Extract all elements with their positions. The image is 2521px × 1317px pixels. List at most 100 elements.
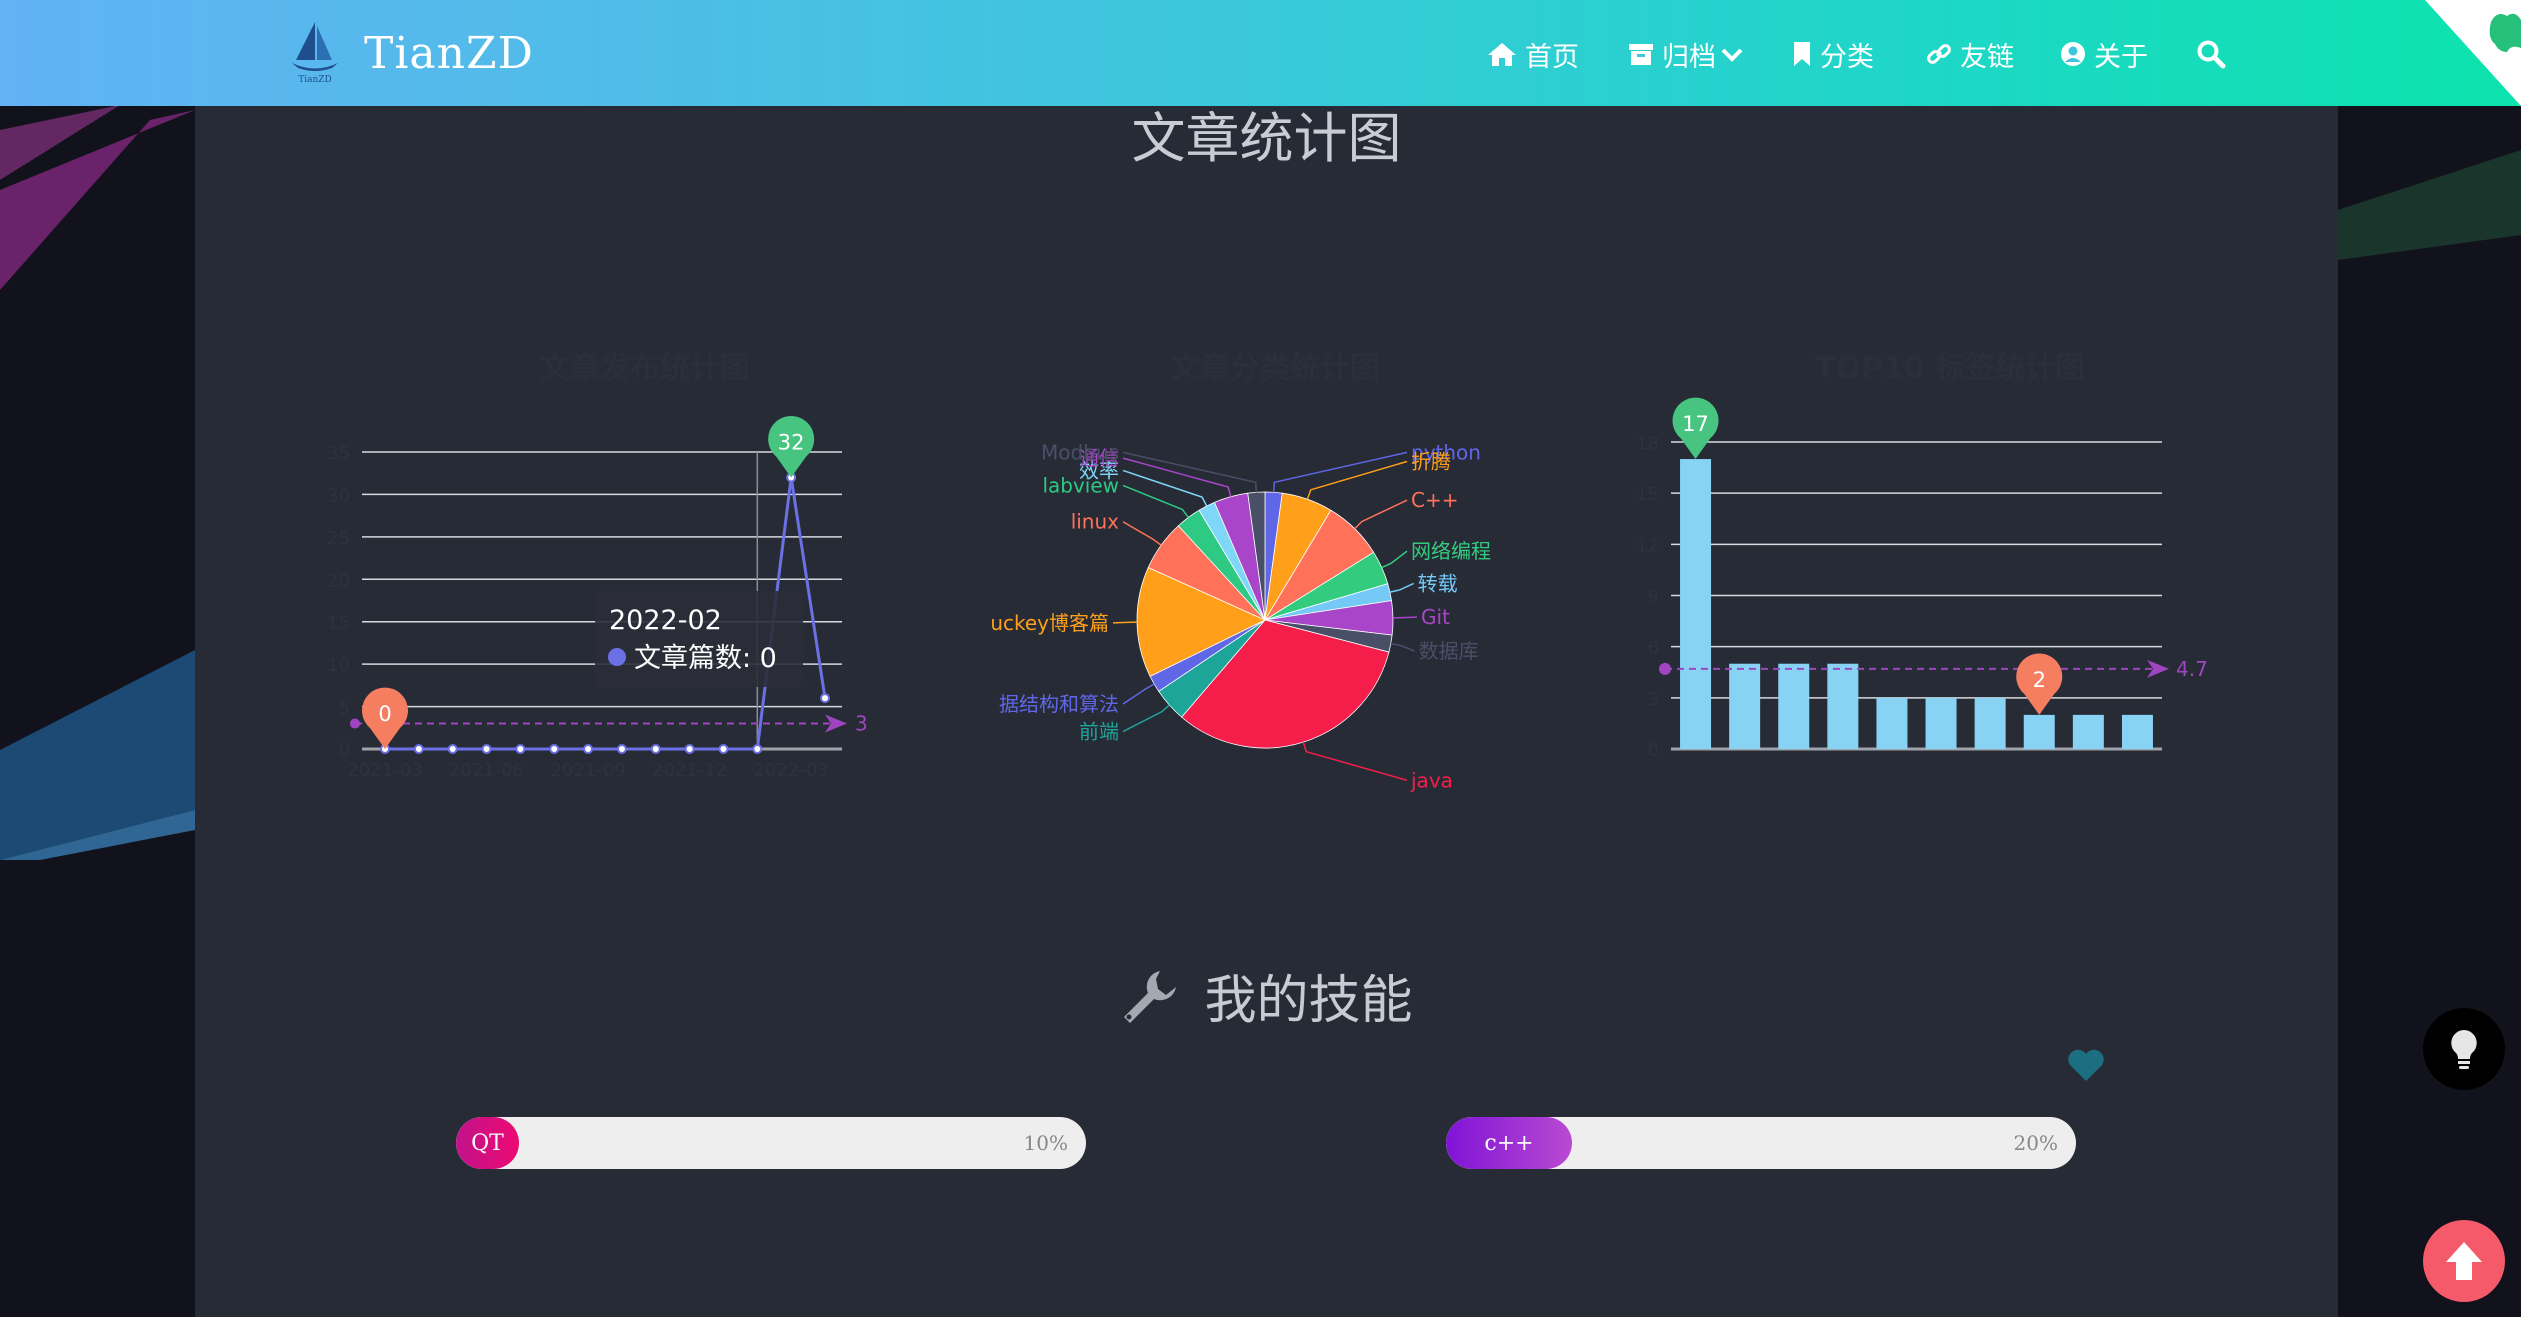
- link-icon: [1927, 44, 1951, 64]
- tag-bar: [1729, 663, 1761, 749]
- average-line-label: 3: [855, 712, 868, 736]
- archive-icon: [1629, 44, 1653, 65]
- skills-heading-text: 我的技能: [1204, 971, 1413, 1031]
- average-line-start: [350, 718, 360, 729]
- x-tick-label: 2021-03: [347, 760, 422, 781]
- skill-fill-cpp: c++: [1446, 1117, 1572, 1169]
- nav-search-button[interactable]: [2196, 32, 2234, 76]
- tooltip-series-dot: [608, 648, 626, 666]
- x-tick-label: 2021-12: [652, 760, 727, 781]
- tooltip-title: 2022-02: [609, 605, 722, 636]
- nav-friend-links-label: 友链: [1960, 41, 2014, 73]
- y-tick-label: 18: [1636, 433, 1659, 454]
- tag-bar: [2121, 714, 2153, 749]
- y-tick-label: 10: [327, 655, 350, 676]
- min-marker-value: 0: [378, 702, 391, 726]
- tag-bar: [2023, 714, 2055, 749]
- y-tick-label: 0: [1648, 740, 1659, 761]
- skills-heading: 我的技能: [195, 958, 2338, 1033]
- pie-label-line: [1122, 484, 1189, 518]
- data-point: [447, 744, 458, 754]
- data-point: [650, 744, 661, 754]
- y-tick-label: 12: [1636, 535, 1659, 556]
- nav-about-label: 关于: [2094, 41, 2148, 73]
- sailboat-logo-icon[interactable]: TianZD: [288, 16, 342, 90]
- skill-name-qt: QT: [471, 1130, 504, 1156]
- skill-bar-qt: QT 10%: [456, 1117, 1086, 1169]
- pie-label: 前端: [1079, 720, 1119, 744]
- pie-label-line: [1389, 582, 1415, 593]
- pie-label: C++: [1411, 488, 1458, 512]
- y-tick-label: 5: [339, 698, 350, 719]
- category-pie-chart[interactable]: 文章分类统计图python折腾C++网络编程转载Git数据库java前端据结构和…: [965, 236, 1585, 796]
- nav-about[interactable]: 关于: [2060, 32, 2148, 76]
- tag-bar: [1974, 697, 2006, 749]
- nav-home-label: 首页: [1525, 41, 1579, 73]
- pie-label: 折腾: [1411, 449, 1451, 473]
- max-marker: 17: [1672, 397, 1719, 460]
- max-marker-value: 17: [1682, 412, 1709, 436]
- chevron-down-icon: [1721, 48, 1743, 62]
- tag-bar: [1925, 697, 1957, 749]
- data-point: [515, 744, 526, 754]
- data-point: [481, 744, 492, 754]
- skill-name-cpp: c++: [1484, 1130, 1534, 1156]
- toggle-theme-button[interactable]: [2423, 1008, 2505, 1090]
- nav-category-label: 分类: [1820, 41, 1874, 73]
- pie-label-line: [1302, 741, 1408, 782]
- github-corner-icon[interactable]: [2425, 0, 2521, 106]
- tag-bar-chart[interactable]: TOP10 标签统计图 0 3 6 9 12 15 18 4.7 17 2: [1635, 236, 2275, 796]
- tag-bar: [1827, 663, 1859, 749]
- pie-label-line: [1354, 499, 1408, 530]
- y-tick-label: 0: [339, 740, 350, 761]
- nav-archive[interactable]: 归档: [1628, 32, 1752, 76]
- pie-label-line: [1122, 704, 1170, 733]
- wrench-icon: [1124, 970, 1177, 1023]
- back-to-top-button[interactable]: [2423, 1220, 2505, 1302]
- search-icon: [2197, 40, 2226, 69]
- x-tick-label: 2022-03: [754, 760, 829, 781]
- min-marker: 0: [362, 687, 408, 749]
- category-chart-title: 文章分类统计图: [1170, 351, 1380, 386]
- nav-friend-links[interactable]: 友链: [1926, 32, 2014, 76]
- pie-label-line: [1122, 469, 1208, 507]
- y-tick-label: 30: [327, 485, 350, 506]
- brand-title[interactable]: TianZD: [364, 28, 534, 79]
- pie-label-line: [1122, 521, 1162, 546]
- x-tick-label: 2021-09: [550, 760, 625, 781]
- pie-label: uckey博客篇: [990, 611, 1109, 635]
- y-tick-label: 3: [1648, 689, 1659, 710]
- average-line-start: [1659, 662, 1671, 675]
- pie-label-line: [1306, 460, 1408, 500]
- arrow-up-icon: [2446, 1242, 2482, 1280]
- pie-label-line: [1112, 621, 1138, 624]
- data-point: [684, 744, 695, 754]
- user-circle-icon: [2061, 42, 2085, 66]
- pie-label: 转载: [1418, 571, 1458, 595]
- main-panel: 文章统计图 文章发布统计图 0 5 10 15 20 25 30 35 2021-03 2021-0…: [195, 106, 2338, 1317]
- skill-percent-qt: 10%: [1023, 1131, 1068, 1155]
- publish-line-chart[interactable]: 文章发布统计图051015202530352021-03 2021-06 2021-…: [325, 236, 965, 796]
- y-tick-label: 15: [1636, 484, 1659, 505]
- tag-bar: [1778, 663, 1810, 749]
- lightbulb-icon: [2451, 1030, 2477, 1069]
- pie-label-line: [1122, 451, 1258, 493]
- nav-archive-label: 归档: [1662, 41, 1716, 73]
- y-tick-label: 6: [1648, 638, 1659, 659]
- y-tick-label: 20: [327, 570, 350, 591]
- data-point: [549, 744, 560, 754]
- nav-home[interactable]: 首页: [1487, 32, 1579, 76]
- publish-chart-title: 文章发布统计图: [540, 351, 750, 386]
- data-point: [718, 744, 729, 754]
- category-chart-container: 文章分类统计图 python 折腾 C++ 网络编程 转载 Git 数据库 java 前端 据结构和…: [965, 236, 1585, 796]
- tag-bar: [2072, 714, 2104, 749]
- min-marker-value: 2: [2033, 668, 2046, 692]
- tag-bar: [1876, 697, 1908, 749]
- pie-label: 网络编程: [1411, 539, 1491, 563]
- nav-category[interactable]: 分类: [1792, 32, 1874, 76]
- tooltip-series: 文章篇数: 0: [634, 643, 777, 674]
- max-marker-value: 32: [778, 430, 805, 454]
- y-tick-label: 35: [327, 443, 350, 464]
- pie-label: 据结构和算法: [999, 692, 1119, 716]
- publish-chart-container: 文章发布统计图 0 5 10 15 20 25 30 35 2021-03 2021-06 2021-…: [325, 236, 965, 796]
